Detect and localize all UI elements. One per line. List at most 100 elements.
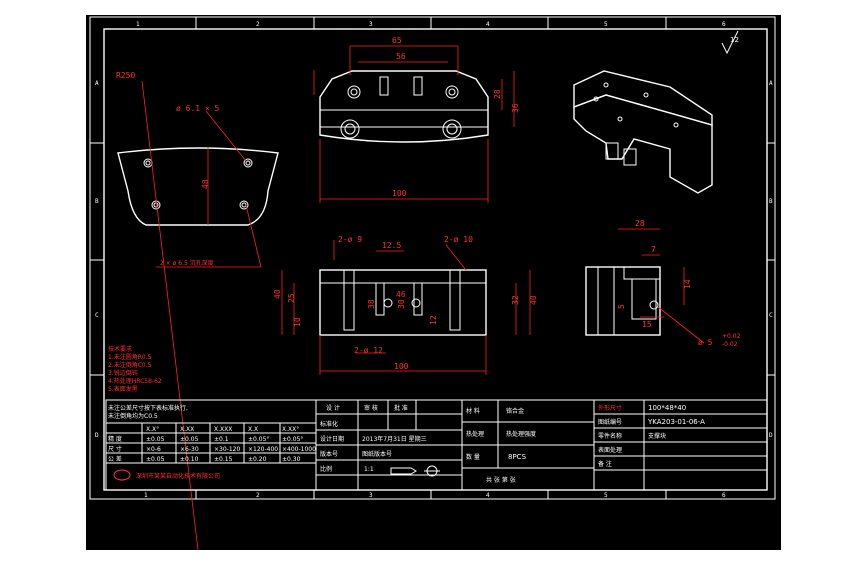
tb-ver-value: 图纸版本号 [362, 450, 392, 458]
dim-front-40L: 40 [273, 289, 282, 299]
dim-side-tol-minus: -0.02 [722, 341, 738, 348]
tol-r2c2: ±0.10 [180, 456, 199, 463]
dim-side-7: 7 [651, 245, 656, 254]
zone-bot-5: 5 [604, 492, 608, 499]
tb-size-label: 外形尺寸 [598, 404, 622, 412]
zone-right-c: C [769, 312, 773, 319]
zone-bot-2: 2 [256, 492, 260, 499]
dim-side-tol-plus: +0.02 [722, 333, 741, 340]
zone-right-b: B [769, 198, 773, 205]
roughness-value: 12 [730, 36, 739, 44]
cad-viewport[interactable]: 1 2 3 4 5 6 1 2 3 4 5 6 A B C D A B C D [86, 15, 781, 550]
dim-side-5: 5 [617, 304, 626, 309]
zone-top-3: 3 [369, 21, 373, 28]
tb-drawing-no-value: YKA203-01-06-A [647, 418, 705, 426]
tol-col-1: X.XX [180, 426, 194, 433]
front-view: 2-ø 9 12.5 2-ø 10 40 25 10 38 30 12 46 3… [273, 235, 538, 375]
tol-col-0: X.X° [146, 426, 159, 433]
projection-symbol-icon [390, 467, 417, 475]
dim-top-56: 56 [396, 52, 406, 61]
tb-part-name-label: 零件名称 [598, 432, 622, 440]
tb-treat-label: 热处理 [466, 430, 484, 438]
zone-top-5: 5 [604, 21, 608, 28]
zone-top-1: 1 [136, 21, 140, 28]
zone-bot-4: 4 [486, 492, 490, 499]
tol-header2: 未注倒角均为C0.5 [108, 412, 158, 420]
dim-plate-48: 48 [201, 179, 210, 189]
company-name: 深圳市某某自动化技术有限公司 [136, 472, 220, 480]
tb-scale-value: 1:1 [364, 466, 374, 473]
dim-top-100: 100 [392, 189, 407, 198]
tb-date-label: 设计日期 [320, 435, 344, 443]
tb-qty-value: 8PCS [508, 453, 527, 461]
tol-r1c2: ×6-30 [180, 446, 199, 453]
zone-top-6: 6 [722, 21, 726, 28]
zone-left-a: A [95, 80, 99, 87]
dim-front-2d12: 2-ø 12 [354, 346, 383, 355]
title-block: 设 计 审 核 批 准 标准化 设计日期 2013年7月31日 星期三 版本号 … [315, 399, 768, 491]
dim-front-25: 25 [287, 293, 296, 303]
note-line4: 3.锐边倒钝 [108, 369, 138, 377]
tb-check-hdr: 审 核 [364, 404, 378, 412]
tol-r0c2: ±0.05 [180, 436, 199, 443]
tb-ver-label: 版本号 [320, 450, 338, 458]
side-view: 28 7 14 5 15 ø 5 +0.02 -0.02 [585, 219, 741, 348]
note-line1: 技术要求 [108, 345, 132, 353]
tb-scale-label: 比例 [320, 465, 332, 473]
tb-qty-label: 数 量 [466, 453, 480, 461]
dim-top-28: 28 [493, 89, 502, 99]
dim-top-65: 65 [392, 36, 402, 45]
note-line6: 5.表面发黑 [108, 385, 138, 393]
dim-front-10: 10 [293, 317, 302, 327]
tb-sheet-label: 共 张 第 张 [486, 476, 516, 484]
zone-right-d: D [769, 432, 773, 439]
tol-col-2: X.XXX [214, 426, 232, 433]
tol-r0c3: ±0.1 [214, 436, 229, 443]
tol-col-4: X.XX° [282, 426, 299, 433]
zone-bot-6: 6 [722, 492, 726, 499]
dim-front-46: 46 [396, 290, 406, 299]
tol-r2c3: ±0.15 [214, 456, 233, 463]
zone-labels-bottom: 1 2 3 4 5 6 [144, 492, 726, 499]
zone-bot-3: 3 [369, 492, 373, 499]
tol-r2c5: ±0.30 [282, 456, 301, 463]
tol-r1c5: ×400-1000 [282, 446, 316, 453]
note-line2: 1.未注圆角R0.5 [108, 353, 152, 361]
roughness-symbol: 12 [721, 30, 739, 55]
tb-surface-label: 表面处理 [598, 446, 622, 454]
tol-r0c1: ±0.05 [146, 436, 165, 443]
tol-r0c0: 精 度 [108, 435, 122, 443]
tol-r1c0: 尺 寸 [108, 445, 122, 453]
zone-left-c: C [95, 312, 99, 319]
drawing-canvas: 1 2 3 4 5 6 1 2 3 4 5 6 A B C D A B C D [89, 16, 776, 550]
tol-header: 未注公差尺寸按下表标准执行, [108, 404, 188, 412]
tol-r0c5: ±0.05° [282, 436, 303, 443]
tb-treat-value: 热处理强度 [506, 430, 536, 438]
dim-plate-hole: ø 6.1 × 5 [176, 104, 220, 113]
tb-approve-hdr: 批 准 [394, 404, 408, 412]
company-logo-icon [113, 469, 131, 481]
tb-drawing-no-label: 图纸编号 [598, 418, 622, 426]
tol-col-3: X.X [248, 426, 258, 433]
dim-front-125: 12.5 [382, 241, 401, 250]
dim-front-12: 12 [429, 315, 438, 325]
tolerance-table: 未注公差尺寸按下表标准执行, 未注倒角均为C0.5 X.X° X.XX X.XX… [105, 399, 317, 491]
technical-notes: 技术要求 1.未注圆角R0.5 2.未注倒角C0.5 3.锐边倒钝 4.热处理H… [108, 345, 162, 393]
dim-front-40R: 40 [529, 295, 538, 305]
dim-plate-chamfer: 2 × ø 6.5 沉孔深度 [160, 259, 214, 267]
dim-front-32: 32 [511, 295, 520, 305]
isometric-view [573, 70, 713, 194]
note-line3: 2.未注倒角C0.5 [108, 361, 152, 369]
tb-date-value: 2013年7月31日 星期三 [362, 435, 427, 443]
dim-plate-r250: R250 [116, 71, 135, 80]
tb-part-name-value: 支撑块 [648, 432, 666, 440]
dim-front-30: 30 [397, 299, 406, 309]
dim-side-14: 14 [683, 279, 692, 289]
tb-size-value: 100*48*40 [648, 404, 686, 412]
dim-front-100: 100 [394, 362, 409, 371]
tol-r0c4: ±0.05° [248, 436, 269, 443]
dim-front-38: 38 [367, 299, 376, 309]
tol-r2c4: ±0.20 [248, 456, 267, 463]
top-view: 65 56 28 36 100 [313, 36, 520, 203]
zone-left-d: D [95, 432, 99, 439]
